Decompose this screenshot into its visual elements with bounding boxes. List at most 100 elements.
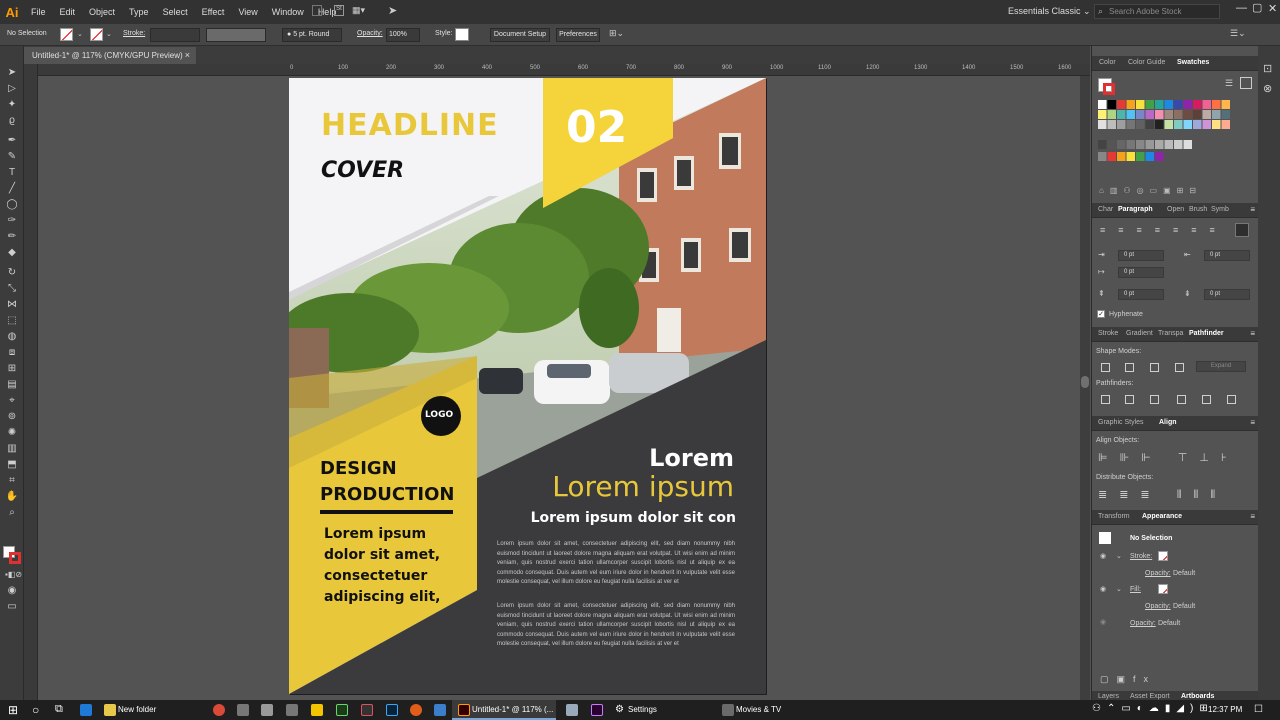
- left-indent-field[interactable]: 0 pt: [1118, 250, 1164, 261]
- opacity-label[interactable]: Opacity:: [357, 30, 383, 37]
- perspective-grid-icon[interactable]: ⧈: [5, 346, 19, 360]
- appearance-tools-icon[interactable]: ▢▣fx: [1100, 674, 1156, 685]
- production-text[interactable]: PRODUCTION: [320, 484, 454, 505]
- panel-menu-icon[interactable]: ☰⌄: [1230, 28, 1246, 39]
- first-line-indent-field[interactable]: 0 pt: [1118, 267, 1164, 278]
- left-body-text[interactable]: Lorem ipsum dolor sit amet, consectetuer…: [324, 524, 440, 608]
- swatch-stroke[interactable]: [1103, 83, 1115, 95]
- app-icon[interactable]: [361, 704, 373, 716]
- close-tab-icon[interactable]: ×: [185, 50, 190, 60]
- tab-layers[interactable]: Layers: [1098, 693, 1119, 700]
- minimize-icon[interactable]: —: [1236, 2, 1247, 14]
- draw-mode-icon[interactable]: ◉: [5, 584, 19, 598]
- stroke-label[interactable]: Stroke:: [123, 30, 145, 37]
- minus-front-icon[interactable]: [1125, 363, 1134, 372]
- tab-transparency[interactable]: Transpa: [1158, 330, 1183, 337]
- eyedropper-icon[interactable]: ⌖: [5, 394, 19, 408]
- menu-window[interactable]: Window: [265, 7, 311, 17]
- dreamweaver-icon[interactable]: [336, 704, 348, 716]
- tab-color[interactable]: Color: [1099, 59, 1116, 66]
- body-paragraph-2[interactable]: Lorem ipsum dolor sit amet, consectetuer…: [497, 602, 735, 650]
- tab-gradient[interactable]: Gradient: [1126, 330, 1153, 337]
- panel-menu-icon[interactable]: ≡: [1250, 329, 1255, 338]
- arrange-icon[interactable]: ⊞⌄: [609, 28, 624, 39]
- appearance-opacity-label[interactable]: Opacity:: [1145, 603, 1171, 610]
- mail-icon[interactable]: [261, 704, 273, 716]
- libraries-icon[interactable]: ⊡: [1263, 62, 1272, 75]
- tab-color-guide[interactable]: Color Guide: [1128, 59, 1165, 66]
- menu-file[interactable]: File: [24, 7, 53, 17]
- taskbar-illustrator[interactable]: Untitled-1* @ 117% (...: [472, 703, 553, 717]
- sticky-notes-icon[interactable]: [311, 704, 323, 716]
- expand-button[interactable]: Expand: [1196, 361, 1246, 372]
- paragraph-align-icons[interactable]: ≡≡≡≡≡≡≡: [1100, 225, 1228, 235]
- chevron-down-icon[interactable]: ⌄: [1116, 585, 1122, 593]
- space-before-field[interactable]: 0 pt: [1118, 289, 1164, 300]
- blend-tool-icon[interactable]: ⊚: [5, 410, 19, 424]
- close-icon[interactable]: ✕: [1268, 2, 1277, 15]
- panel-menu-icon[interactable]: ≡: [1250, 418, 1255, 427]
- tab-appearance[interactable]: Appearance: [1142, 513, 1182, 520]
- tab-pathfinder[interactable]: Pathfinder: [1189, 330, 1224, 337]
- menu-view[interactable]: View: [231, 7, 264, 17]
- ellipse-tool-icon[interactable]: ◯: [5, 198, 19, 212]
- app-icon[interactable]: [566, 704, 578, 716]
- menu-object[interactable]: Object: [82, 7, 122, 17]
- hyphenate-checkbox[interactable]: ✓: [1097, 310, 1105, 318]
- photoshop-icon[interactable]: [386, 704, 398, 716]
- stock-icon[interactable]: St: [334, 5, 344, 16]
- lorem-subtitle[interactable]: Lorem ipsum: [552, 470, 734, 503]
- unite-icon[interactable]: [1101, 363, 1110, 372]
- headline-text[interactable]: HEADLINE: [321, 108, 499, 143]
- appearance-fill[interactable]: Fill:: [1130, 586, 1141, 593]
- grid-view-icon[interactable]: [1240, 77, 1252, 89]
- vertical-scrollbar[interactable]: [1080, 76, 1090, 700]
- body-paragraph-1[interactable]: Lorem ipsum dolor sit amet, consectetuer…: [497, 540, 735, 588]
- tab-asset-export[interactable]: Asset Export: [1130, 693, 1170, 700]
- stock-search-input[interactable]: ⌕ Search Adobe Stock: [1094, 4, 1220, 19]
- edge-icon[interactable]: [80, 704, 92, 716]
- rotate-tool-icon[interactable]: ↻: [5, 266, 19, 280]
- send-icon[interactable]: ➤: [388, 4, 397, 17]
- distribute-objects-icons[interactable]: ≣≣≣ ⦀⦀⦀: [1098, 488, 1227, 502]
- hand-tool-icon[interactable]: ✋: [5, 490, 19, 504]
- taskbar-movies[interactable]: Movies & TV: [736, 703, 781, 717]
- merge-icon[interactable]: [1150, 395, 1159, 404]
- outline-icon[interactable]: [1202, 395, 1211, 404]
- workspace-switcher[interactable]: Essentials Classic ⌄: [1008, 6, 1091, 17]
- movies-icon[interactable]: [722, 704, 734, 716]
- tab-character[interactable]: Char: [1098, 206, 1113, 213]
- tab-artboards[interactable]: Artboards: [1181, 693, 1214, 700]
- line-tool-icon[interactable]: ╱: [5, 182, 19, 196]
- appearance-stroke-swatch[interactable]: [1158, 551, 1168, 561]
- cover-text[interactable]: COVER: [321, 158, 404, 183]
- panel-menu-icon[interactable]: ≡: [1250, 512, 1255, 521]
- appearance-opacity-label[interactable]: Opacity:: [1130, 620, 1156, 627]
- justify-all-icon[interactable]: [1235, 223, 1249, 237]
- scale-tool-icon[interactable]: ⤡: [5, 282, 19, 296]
- column-graph-icon[interactable]: ▥: [5, 442, 19, 456]
- design-text[interactable]: DESIGN: [320, 458, 397, 479]
- tab-brushes[interactable]: Brush: [1189, 206, 1207, 213]
- space-after-field[interactable]: 0 pt: [1204, 289, 1250, 300]
- exclude-icon[interactable]: [1175, 363, 1184, 372]
- bridge-icon[interactable]: [312, 5, 322, 16]
- right-indent-field[interactable]: 0 pt: [1204, 250, 1250, 261]
- divide-icon[interactable]: [1101, 395, 1110, 404]
- windows-start-icon[interactable]: ⊞: [8, 703, 18, 717]
- task-view-icon[interactable]: ⧉: [55, 703, 63, 716]
- shape-builder-icon[interactable]: ◍: [5, 330, 19, 344]
- swatch-tools-icon[interactable]: ⌂▥⚇◎▭▣⊞⊟: [1099, 186, 1202, 195]
- color-mode-icon[interactable]: ▪◧⊘: [5, 568, 22, 582]
- screen-mode-icon[interactable]: ▭: [5, 600, 19, 614]
- notifications-icon[interactable]: ☐: [1254, 704, 1263, 715]
- tab-align[interactable]: Align: [1159, 419, 1177, 426]
- appearance-stroke[interactable]: Stroke:: [1130, 553, 1152, 560]
- canvas[interactable]: HEADLINE COVER 02 LOGO DESIGN PRODUCTION…: [38, 76, 1080, 700]
- arrange-docs-icon[interactable]: ▦▾: [352, 5, 365, 16]
- intersect-icon[interactable]: [1150, 363, 1159, 372]
- gear-icon[interactable]: ⚙: [615, 704, 624, 715]
- gradient-tool-icon[interactable]: ▤: [5, 378, 19, 392]
- eraser-tool-icon[interactable]: ◆: [5, 246, 19, 260]
- artboard[interactable]: HEADLINE COVER 02 LOGO DESIGN PRODUCTION…: [289, 78, 766, 694]
